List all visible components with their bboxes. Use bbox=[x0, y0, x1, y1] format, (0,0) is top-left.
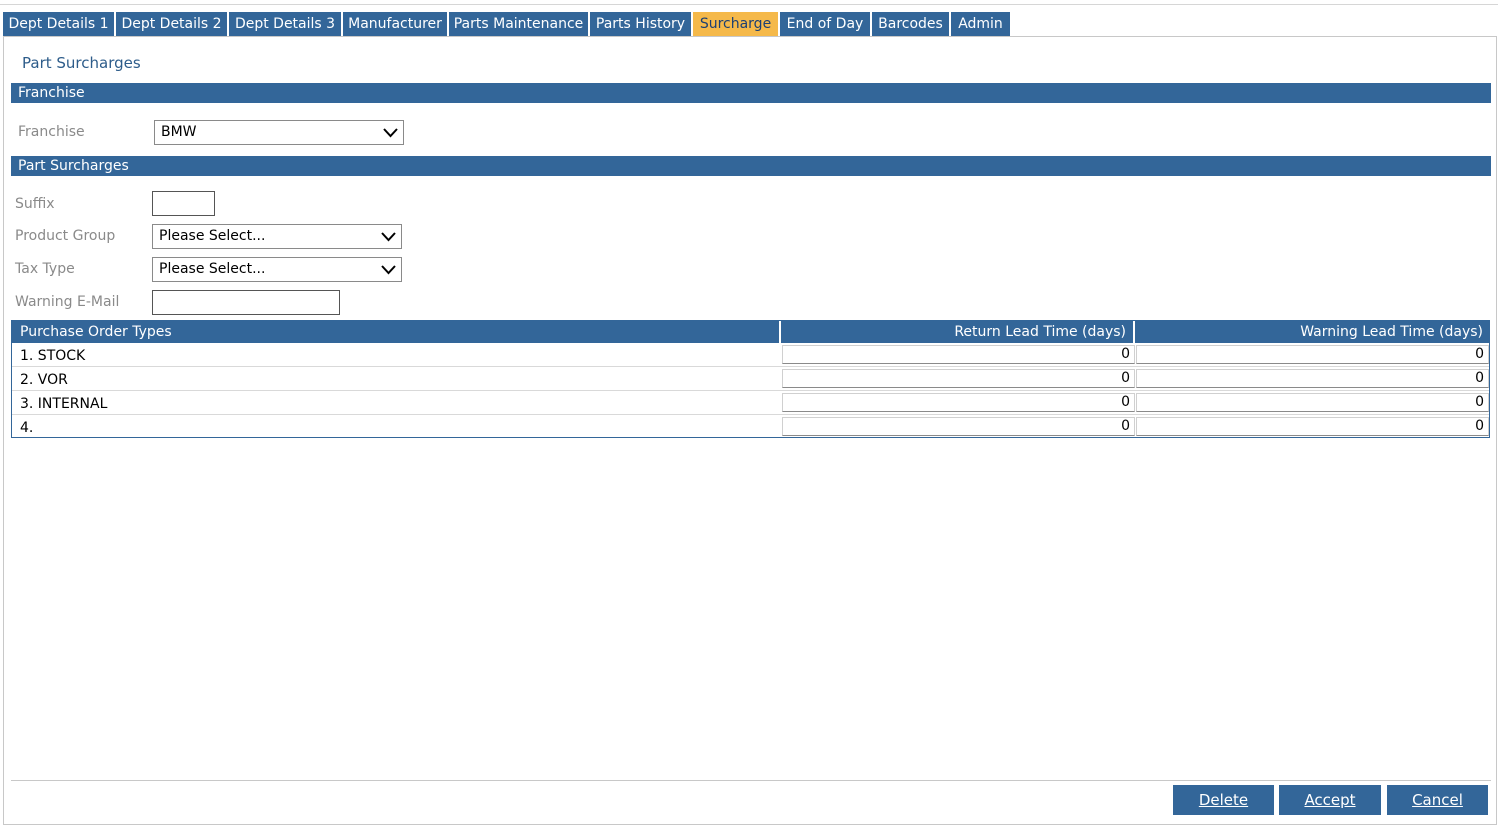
purchase-order-types-grid: Purchase Order Types Return Lead Time (d… bbox=[11, 320, 1490, 438]
page-title: Part Surcharges bbox=[22, 54, 141, 72]
tab-dept-details-2[interactable]: Dept Details 2 bbox=[116, 12, 227, 36]
tab-dept-details-3[interactable]: Dept Details 3 bbox=[229, 12, 341, 36]
franchise-select[interactable]: BMW bbox=[154, 120, 404, 145]
franchise-label: Franchise bbox=[18, 124, 85, 140]
tab-bar: Dept Details 1 Dept Details 2 Dept Detai… bbox=[3, 12, 1012, 36]
part-surcharges-section-header: Part Surcharges bbox=[11, 156, 1491, 176]
warning-email-label: Warning E-Mail bbox=[15, 294, 120, 310]
po-type-cell: 2. VOR bbox=[20, 372, 68, 388]
chevron-down-icon bbox=[383, 128, 398, 138]
po-type-cell: 1. STOCK bbox=[20, 348, 86, 364]
tab-end-of-day[interactable]: End of Day bbox=[780, 12, 870, 36]
product-group-select-value: Please Select... bbox=[159, 228, 266, 244]
franchise-section-header: Franchise bbox=[11, 83, 1491, 103]
delete-button[interactable]: Delete bbox=[1173, 785, 1274, 815]
tab-admin[interactable]: Admin bbox=[951, 12, 1010, 36]
table-row: 3. INTERNAL 0 0 bbox=[12, 391, 1489, 415]
suffix-input[interactable] bbox=[152, 191, 215, 216]
tab-manufacturer[interactable]: Manufacturer bbox=[343, 12, 447, 36]
tab-parts-history[interactable]: Parts History bbox=[590, 12, 691, 36]
franchise-select-value: BMW bbox=[161, 124, 197, 140]
grid-header: Purchase Order Types Return Lead Time (d… bbox=[12, 321, 1489, 343]
tax-type-select-value: Please Select... bbox=[159, 261, 266, 277]
po-type-cell: 4. bbox=[20, 420, 34, 436]
warning-lead-input[interactable]: 0 bbox=[1136, 417, 1489, 436]
table-row: 2. VOR 0 0 bbox=[12, 367, 1489, 391]
tax-type-select[interactable]: Please Select... bbox=[152, 257, 402, 282]
return-lead-input[interactable]: 0 bbox=[782, 369, 1135, 388]
warning-lead-input[interactable]: 0 bbox=[1136, 393, 1489, 412]
tab-dept-details-1[interactable]: Dept Details 1 bbox=[3, 12, 114, 36]
tab-parts-maintenance[interactable]: Parts Maintenance bbox=[449, 12, 588, 36]
tax-type-label: Tax Type bbox=[15, 261, 75, 277]
product-group-select[interactable]: Please Select... bbox=[152, 224, 402, 249]
header-return-lead-time: Return Lead Time (days) bbox=[781, 321, 1135, 343]
warning-lead-input[interactable]: 0 bbox=[1136, 345, 1489, 364]
cancel-button[interactable]: Cancel bbox=[1387, 785, 1488, 815]
table-row: 1. STOCK 0 0 bbox=[12, 343, 1489, 367]
chevron-down-icon bbox=[381, 232, 396, 242]
chevron-down-icon bbox=[381, 265, 396, 275]
content-panel: Part Surcharges Franchise Franchise BMW … bbox=[3, 36, 1497, 825]
tab-surcharge[interactable]: Surcharge bbox=[693, 12, 778, 36]
accept-button[interactable]: Accept bbox=[1279, 785, 1381, 815]
header-warning-lead-time: Warning Lead Time (days) bbox=[1300, 324, 1483, 340]
warning-email-input[interactable] bbox=[152, 290, 340, 315]
return-lead-input[interactable]: 0 bbox=[782, 393, 1135, 412]
suffix-label: Suffix bbox=[15, 196, 55, 212]
return-lead-input[interactable]: 0 bbox=[782, 345, 1135, 364]
product-group-label: Product Group bbox=[15, 228, 116, 244]
footer-divider bbox=[11, 780, 1491, 781]
tab-barcodes[interactable]: Barcodes bbox=[872, 12, 949, 36]
warning-lead-input[interactable]: 0 bbox=[1136, 369, 1489, 388]
header-purchase-order-types: Purchase Order Types bbox=[12, 321, 781, 343]
table-row: 4. 0 0 bbox=[12, 415, 1489, 439]
return-lead-input[interactable]: 0 bbox=[782, 417, 1135, 436]
top-divider bbox=[0, 4, 1498, 5]
po-type-cell: 3. INTERNAL bbox=[20, 396, 108, 412]
